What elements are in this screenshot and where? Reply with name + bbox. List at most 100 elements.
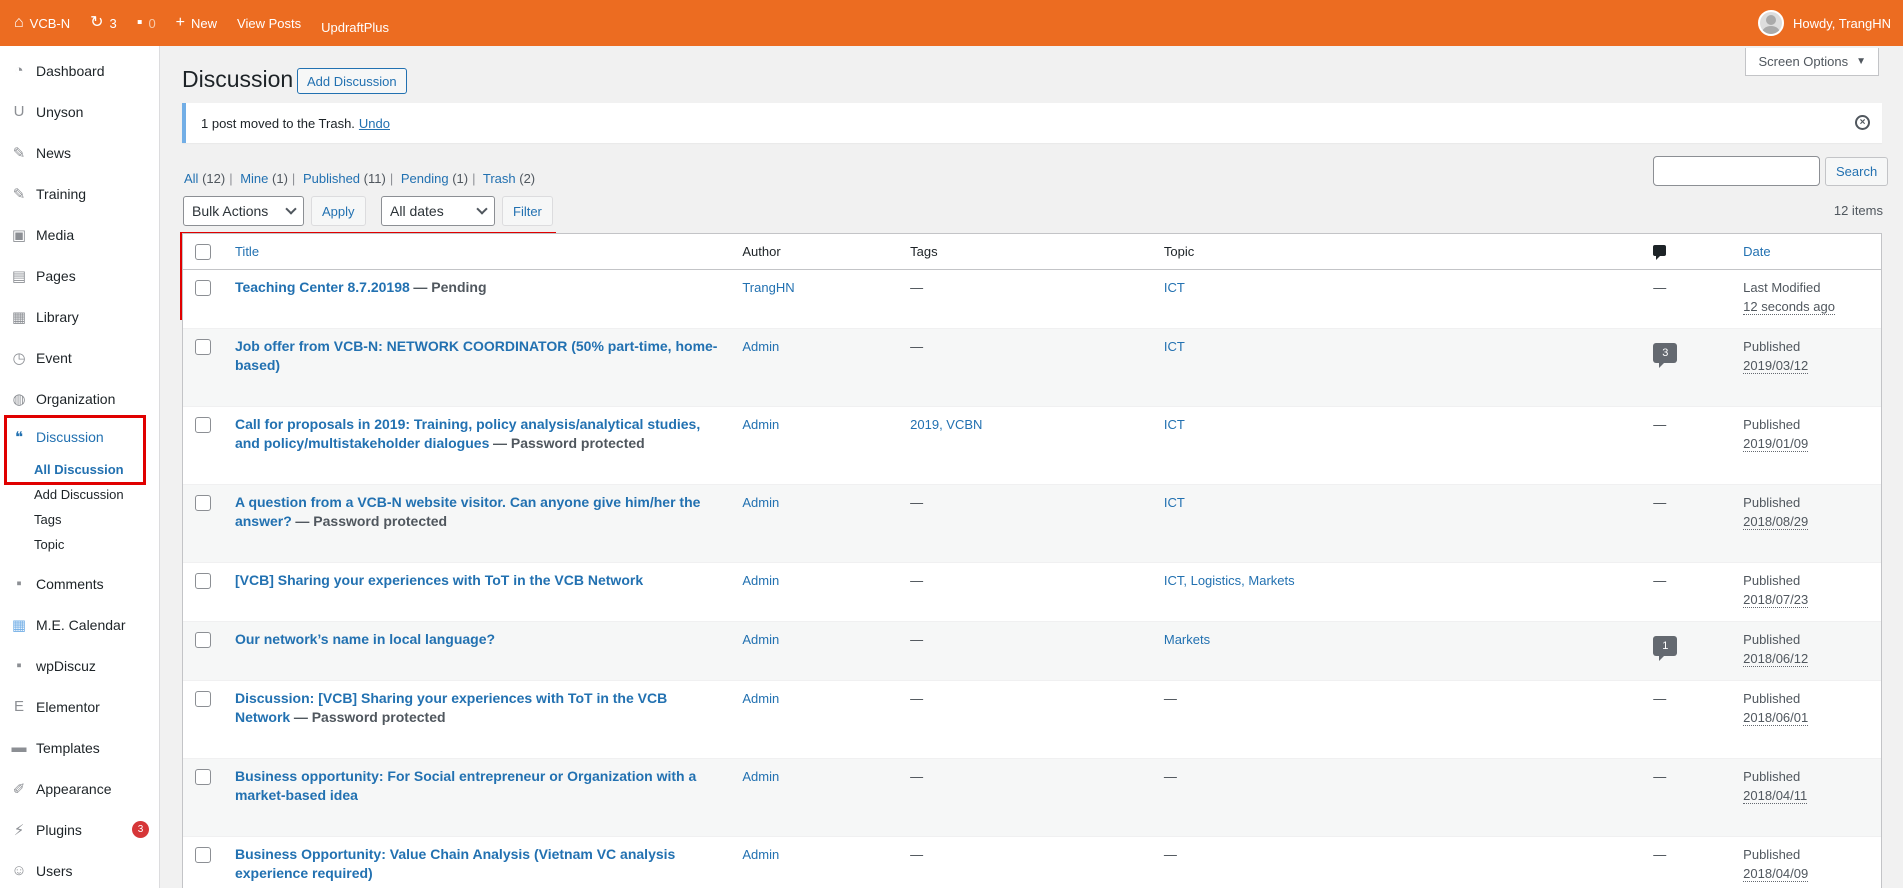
column-topic: Topic [1163, 244, 1195, 259]
column-author: Author [742, 244, 781, 259]
post-title-link[interactable]: [VCB] Sharing your experiences with ToT … [235, 572, 643, 588]
author-link[interactable]: TrangHN [742, 280, 794, 295]
sidebar-item-elementor[interactable]: E Elementor [0, 686, 159, 727]
filter-trash[interactable]: Trash [483, 171, 516, 186]
post-title-link[interactable]: Our network’s name in local language? [235, 631, 495, 647]
author-link[interactable]: Admin [742, 632, 779, 647]
library-icon: ▦ [11, 308, 27, 326]
updates-link[interactable]: ↻ 3 [80, 0, 127, 46]
row-checkbox[interactable] [195, 417, 211, 433]
topic-link[interactable]: ICT [1164, 339, 1185, 354]
dashboard-icon: ◔ [14, 62, 24, 79]
row-checkbox[interactable] [195, 632, 211, 648]
row-checkbox[interactable] [195, 847, 211, 863]
column-title[interactable]: Title [225, 234, 732, 269]
undo-link[interactable]: Undo [359, 116, 390, 131]
author-link[interactable]: Admin [742, 847, 779, 862]
sidebar-item-news[interactable]: ✎ News [0, 132, 159, 173]
add-discussion-button[interactable]: Add Discussion [297, 68, 407, 94]
screen-options-button[interactable]: Screen Options ▼ [1745, 48, 1879, 76]
view-posts-link[interactable]: View Posts [227, 0, 311, 46]
sidebar-item-pages[interactable]: ▤ Pages [0, 255, 159, 296]
filter-pending[interactable]: Pending [401, 171, 449, 186]
sidebar-item-me-calendar[interactable]: ▦ M.E. Calendar [0, 604, 159, 645]
row-checkbox[interactable] [195, 769, 211, 785]
row-checkbox[interactable] [195, 495, 211, 511]
author-link[interactable]: Admin [742, 417, 779, 432]
row-checkbox[interactable] [195, 280, 211, 296]
search-input[interactable] [1653, 156, 1820, 186]
column-date[interactable]: Date [1733, 234, 1881, 269]
site-name-link[interactable]: ⌂ VCB-N [0, 0, 80, 46]
table-row: Our network’s name in local language? Ad… [183, 622, 1881, 681]
bulk-actions-select[interactable]: Bulk Actions [183, 196, 304, 226]
select-all-checkbox[interactable] [195, 243, 211, 260]
status-filter-links: All (12) | Mine (1) | Published (11) | Pend… [184, 171, 536, 186]
row-checkbox[interactable] [195, 573, 211, 589]
updates-icon: ↻ [90, 14, 104, 31]
sidebar-item-users[interactable]: ☺ Users [0, 850, 159, 888]
sidebar-item-organization[interactable]: ◍ Organization [0, 378, 159, 419]
user-account-menu[interactable]: Howdy, TrangHN [1757, 0, 1891, 46]
admin-bar: ⌂ VCB-N ↻ 3 ▪ 0 + New View Posts Updraft… [0, 0, 1903, 46]
trash-notice: 1 post moved to the Trash. Undo × [182, 103, 1882, 143]
comment-count-bubble[interactable]: 1 [1653, 636, 1678, 661]
filter-all[interactable]: All [184, 171, 198, 186]
plus-icon: + [175, 14, 186, 31]
column-comments[interactable] [1643, 234, 1733, 269]
author-link[interactable]: Admin [742, 573, 779, 588]
post-title-link[interactable]: Business Opportunity: Value Chain Analys… [235, 846, 675, 881]
comments-link[interactable]: ▪ 0 [127, 0, 166, 46]
table-row: Business opportunity: For Social entrepr… [183, 759, 1881, 837]
comment-count-bubble[interactable]: 3 [1653, 343, 1678, 368]
sidebar-item-templates[interactable]: ▬ Templates [0, 727, 159, 768]
updraftplus-link[interactable]: UpdraftPlus [311, 0, 399, 46]
table-row: Discussion: [VCB] Sharing your experienc… [183, 681, 1881, 759]
topic-link[interactable]: ICT [1164, 280, 1185, 295]
search-button[interactable]: Search [1825, 157, 1889, 186]
topic-link[interactable]: ICT [1164, 495, 1185, 510]
filter-published[interactable]: Published [303, 171, 360, 186]
brush-icon: ✐ [12, 780, 26, 798]
sidebar-item-dashboard[interactable]: ◔ Dashboard [0, 50, 159, 91]
row-checkbox[interactable] [195, 339, 211, 355]
dismiss-icon[interactable]: × [1855, 115, 1870, 130]
user-icon: ☺ [11, 862, 27, 879]
apply-button[interactable]: Apply [311, 196, 366, 226]
topic-link[interactable]: ICT, Logistics, Markets [1164, 573, 1295, 588]
row-checkbox[interactable] [195, 691, 211, 707]
filter-button[interactable]: Filter [502, 196, 553, 226]
submenu-topic[interactable]: Topic [0, 532, 159, 557]
globe-icon: ◍ [12, 390, 26, 408]
post-title-link[interactable]: Business opportunity: For Social entrepr… [235, 768, 696, 803]
filter-mine[interactable]: Mine [240, 171, 268, 186]
sidebar-item-wpdiscuz[interactable]: ▪ wpDiscuz [0, 645, 159, 686]
wpdiscuz-icon: ▪ [16, 657, 22, 674]
post-title-link[interactable]: Teaching Center 8.7.20198 [235, 279, 410, 295]
sidebar-item-media[interactable]: ▣ Media [0, 214, 159, 255]
author-link[interactable]: Admin [742, 339, 779, 354]
tags-link[interactable]: 2019, VCBN [910, 417, 982, 432]
submenu-tags[interactable]: Tags [0, 507, 159, 532]
date-filter-select[interactable]: All dates [381, 196, 495, 226]
home-icon: ⌂ [14, 14, 24, 31]
pages-icon: ▤ [11, 267, 27, 285]
submenu-add-discussion[interactable]: Add Discussion [0, 482, 159, 507]
sidebar-item-training[interactable]: ✎ Training [0, 173, 159, 214]
table-row: Job offer from VCB-N: NETWORK COORDINATO… [183, 329, 1881, 407]
sidebar-item-library[interactable]: ▦ Library [0, 296, 159, 337]
author-link[interactable]: Admin [742, 691, 779, 706]
sidebar-item-plugins[interactable]: ⚡ Plugins 3 [0, 809, 159, 850]
author-link[interactable]: Admin [742, 769, 779, 784]
new-content-link[interactable]: + New [166, 0, 227, 46]
post-title-link[interactable]: Job offer from VCB-N: NETWORK COORDINATO… [235, 338, 718, 373]
sidebar-item-unyson[interactable]: U Unyson [0, 91, 159, 132]
sidebar-item-appearance[interactable]: ✐ Appearance [0, 768, 159, 809]
sidebar-item-event[interactable]: ◷ Event [0, 337, 159, 378]
comment-icon: ▪ [136, 14, 143, 31]
sidebar-item-comments[interactable]: ▪ Comments [0, 563, 159, 604]
comment-icon [1653, 245, 1667, 260]
author-link[interactable]: Admin [742, 495, 779, 510]
topic-link[interactable]: Markets [1164, 632, 1210, 647]
topic-link[interactable]: ICT [1164, 417, 1185, 432]
